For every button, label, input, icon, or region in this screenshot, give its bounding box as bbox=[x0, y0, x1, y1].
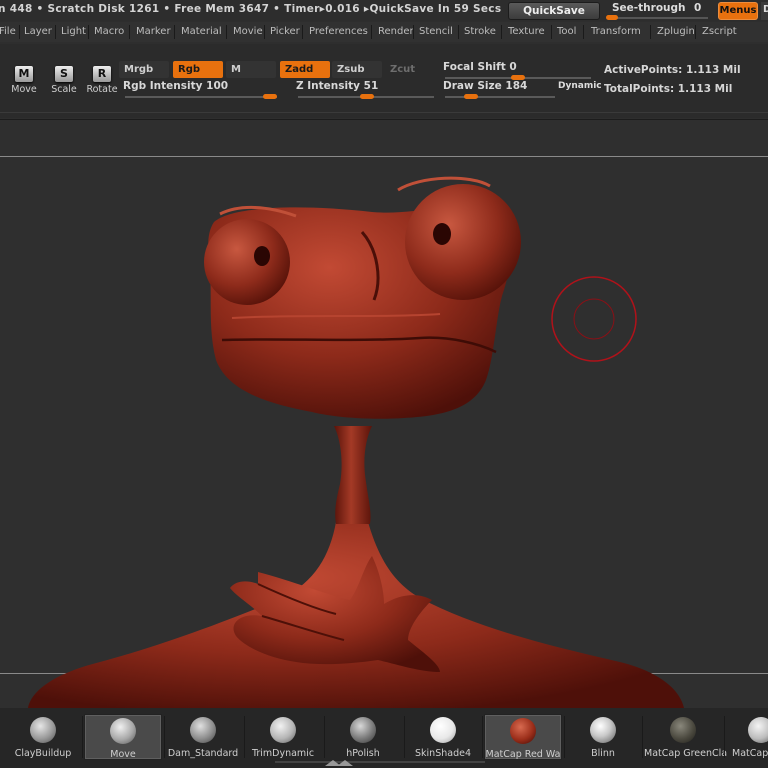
seethrough-value: 0 bbox=[694, 2, 702, 14]
zcut-button[interactable]: Zcut bbox=[385, 61, 435, 78]
menu-movie[interactable]: Movie bbox=[233, 24, 263, 40]
document-canvas[interactable] bbox=[0, 120, 768, 708]
brush-claybuildup[interactable]: ClayBuildup bbox=[4, 714, 82, 760]
matcap-icon bbox=[748, 717, 768, 743]
move-tool-button[interactable]: M Move bbox=[4, 64, 44, 114]
matcap-greenclay-icon bbox=[670, 717, 696, 743]
z-intensity-knob[interactable] bbox=[360, 94, 375, 99]
rotate-label: Rotate bbox=[86, 84, 118, 95]
brush-dam-standard[interactable]: Dam_Standard bbox=[164, 714, 242, 760]
total-points-readout: TotalPoints: 1.113 Mil bbox=[604, 83, 733, 95]
menu-layer[interactable]: Layer bbox=[24, 24, 52, 40]
shelf-divider bbox=[0, 112, 768, 113]
claybuildup-icon bbox=[30, 717, 56, 743]
rotate-icon: R bbox=[93, 66, 111, 82]
matcap-red-wax-icon bbox=[510, 718, 536, 744]
material-label: MatCap bbox=[732, 748, 768, 759]
brush-cursor bbox=[551, 276, 637, 362]
focal-shift-label: Focal Shift 0 bbox=[443, 61, 517, 73]
draw-size-slider[interactable]: Draw Size 184 bbox=[443, 80, 555, 99]
blinn-icon bbox=[590, 717, 616, 743]
dynamic-button[interactable]: Dynamic bbox=[558, 81, 602, 91]
rgb-intensity-knob[interactable] bbox=[263, 94, 277, 99]
seethrough-track[interactable] bbox=[608, 17, 708, 19]
seethrough-label: See-through bbox=[612, 2, 686, 14]
top-shelf: M Move S Scale R Rotate Mrgb Rgb M Zadd … bbox=[0, 44, 768, 118]
hpolish-icon bbox=[350, 717, 376, 743]
seethrough-knob[interactable] bbox=[606, 15, 618, 20]
m-button[interactable]: M bbox=[226, 61, 276, 78]
shelf-scroll-handle[interactable] bbox=[275, 758, 485, 766]
scale-label: Scale bbox=[51, 84, 77, 95]
z-intensity-slider[interactable]: Z Intensity 51 bbox=[296, 80, 436, 99]
menu-file[interactable]: File bbox=[0, 24, 16, 40]
menu-stroke[interactable]: Stroke bbox=[464, 24, 496, 40]
menu-stencil[interactable]: Stencil bbox=[419, 24, 453, 40]
zsub-button[interactable]: Zsub bbox=[332, 61, 382, 78]
menu-render[interactable]: Render bbox=[378, 24, 414, 40]
menu-zscript[interactable]: Zscript bbox=[702, 24, 737, 40]
material-label: MatCap GreenCla bbox=[644, 748, 728, 759]
material-matcap[interactable]: MatCap bbox=[722, 714, 768, 760]
draw-size-label: Draw Size 184 bbox=[443, 80, 528, 92]
move-brush-icon bbox=[110, 718, 136, 744]
brush-trimdynamic[interactable]: TrimDynamic bbox=[244, 714, 322, 760]
move-label: Move bbox=[11, 84, 37, 95]
rgb-intensity-track[interactable] bbox=[125, 96, 277, 98]
mrgb-button[interactable]: Mrgb bbox=[119, 61, 169, 78]
zbrush-window: n 448 • Scratch Disk 1261 • Free Mem 364… bbox=[0, 0, 768, 768]
rotate-tool-button[interactable]: R Rotate bbox=[82, 64, 122, 114]
skinshade4-icon bbox=[430, 717, 456, 743]
material-skinshade4[interactable]: SkinShade4 bbox=[404, 714, 482, 760]
menu-picker[interactable]: Picker bbox=[270, 24, 300, 40]
menu-marker[interactable]: Marker bbox=[136, 24, 171, 40]
material-blinn[interactable]: Blinn bbox=[564, 714, 642, 760]
menu-tool[interactable]: Tool bbox=[557, 24, 576, 40]
rgb-button[interactable]: Rgb bbox=[173, 61, 223, 78]
quicksave-button[interactable]: QuickSave bbox=[508, 2, 600, 20]
menu-material[interactable]: Material bbox=[181, 24, 222, 40]
move-icon: M bbox=[15, 66, 33, 82]
menu-macro[interactable]: Macro bbox=[94, 24, 124, 40]
menu-bar: File Layer Light Macro Marker Material M… bbox=[0, 22, 768, 42]
menu-light[interactable]: Light bbox=[61, 24, 86, 40]
dam-standard-icon bbox=[190, 717, 216, 743]
scale-tool-button[interactable]: S Scale bbox=[44, 64, 84, 114]
rgb-intensity-slider[interactable]: Rgb Intensity 100 bbox=[123, 80, 281, 99]
trimdynamic-icon bbox=[270, 717, 296, 743]
z-intensity-label: Z Intensity 51 bbox=[296, 80, 379, 92]
rgb-intensity-label: Rgb Intensity 100 bbox=[123, 80, 229, 92]
menus-toggle-button[interactable]: Menus bbox=[718, 2, 758, 20]
scale-icon: S bbox=[55, 66, 73, 82]
brush-label: Move bbox=[110, 749, 136, 760]
brush-material-shelf: ClayBuildup Move Dam_Standard TrimDynami… bbox=[0, 708, 768, 768]
draw-size-knob[interactable] bbox=[464, 94, 479, 99]
brush-hpolish[interactable]: hPolish bbox=[324, 714, 402, 760]
focal-shift-slider[interactable]: Focal Shift 0 bbox=[443, 61, 593, 80]
material-label: Blinn bbox=[591, 748, 615, 759]
brush-label: ClayBuildup bbox=[14, 748, 72, 759]
draw-size-track[interactable] bbox=[445, 96, 555, 98]
material-label: MatCap Red Wa bbox=[485, 749, 561, 760]
status-text: n 448 • Scratch Disk 1261 • Free Mem 364… bbox=[0, 3, 502, 15]
active-points-readout: ActivePoints: 1.113 Mil bbox=[604, 64, 741, 76]
zadd-button[interactable]: Zadd bbox=[280, 61, 330, 78]
menu-texture[interactable]: Texture bbox=[508, 24, 545, 40]
material-matcap-red-wax[interactable]: MatCap Red Wa bbox=[484, 714, 562, 760]
status-bar: n 448 • Scratch Disk 1261 • Free Mem 364… bbox=[0, 0, 768, 21]
material-matcap-greenclay[interactable]: MatCap GreenCla bbox=[644, 714, 728, 760]
menu-zplugin[interactable]: Zplugin bbox=[657, 24, 695, 40]
menu-preferences[interactable]: Preferences bbox=[309, 24, 368, 40]
default-ui-button[interactable]: D bbox=[761, 2, 768, 20]
brush-move[interactable]: Move bbox=[84, 714, 162, 760]
sculpt-model[interactable] bbox=[0, 120, 768, 708]
brush-label: Dam_Standard bbox=[167, 748, 239, 759]
menu-transform[interactable]: Transform bbox=[591, 24, 641, 40]
seethrough-slider[interactable]: See-through 0 bbox=[604, 1, 714, 20]
